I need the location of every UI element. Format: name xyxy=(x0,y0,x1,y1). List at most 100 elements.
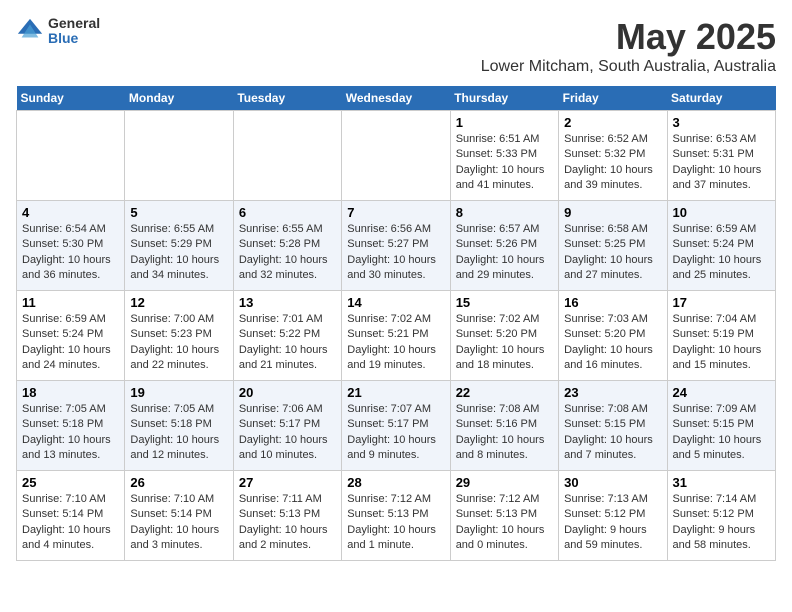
day-info: Sunrise: 6:57 AM Sunset: 5:26 PM Dayligh… xyxy=(456,222,553,284)
calendar-cell: 19 Sunrise: 7:05 AM Sunset: 5:18 PM Dayli… xyxy=(125,381,233,471)
day-number: 1 xyxy=(456,115,553,130)
day-info: Sunrise: 6:52 AM Sunset: 5:32 PM Dayligh… xyxy=(564,132,661,194)
day-info: Sunrise: 7:11 AM Sunset: 5:13 PM Dayligh… xyxy=(239,492,336,554)
day-header-saturday: Saturday xyxy=(667,86,775,111)
calendar-cell: 27 Sunrise: 7:11 AM Sunset: 5:13 PM Dayli… xyxy=(233,471,341,561)
day-info: Sunrise: 7:06 AM Sunset: 5:17 PM Dayligh… xyxy=(239,402,336,464)
calendar-cell xyxy=(125,111,233,201)
day-info: Sunrise: 6:51 AM Sunset: 5:33 PM Dayligh… xyxy=(456,132,553,194)
day-number: 30 xyxy=(564,475,661,490)
calendar-cell: 8 Sunrise: 6:57 AM Sunset: 5:26 PM Daylig… xyxy=(450,201,558,291)
day-info: Sunrise: 6:53 AM Sunset: 5:31 PM Dayligh… xyxy=(673,132,770,194)
calendar-cell: 24Sunrise: 7:09 AM Sunset: 5:15 PM Dayli… xyxy=(667,381,775,471)
calendar-cell xyxy=(233,111,341,201)
day-info: Sunrise: 7:10 AM Sunset: 5:14 PM Dayligh… xyxy=(22,492,119,554)
calendar-cell: 1 Sunrise: 6:51 AM Sunset: 5:33 PM Daylig… xyxy=(450,111,558,201)
calendar-cell: 7Sunrise: 6:56 AM Sunset: 5:27 PM Daylig… xyxy=(342,201,450,291)
day-number: 15 xyxy=(456,295,553,310)
day-number: 21 xyxy=(347,385,444,400)
day-info: Sunrise: 7:13 AM Sunset: 5:12 PM Dayligh… xyxy=(564,492,661,554)
logo: General Blue xyxy=(16,16,100,47)
calendar-cell: 20 Sunrise: 7:06 AM Sunset: 5:17 PM Dayli… xyxy=(233,381,341,471)
day-header-tuesday: Tuesday xyxy=(233,86,341,111)
calendar-cell: 13Sunrise: 7:01 AM Sunset: 5:22 PM Dayli… xyxy=(233,291,341,381)
day-number: 11 xyxy=(22,295,119,310)
day-number: 28 xyxy=(347,475,444,490)
calendar-table: SundayMondayTuesdayWednesdayThursdayFrid… xyxy=(16,86,776,561)
day-number: 22 xyxy=(456,385,553,400)
day-info: Sunrise: 7:08 AM Sunset: 5:15 PM Dayligh… xyxy=(564,402,661,464)
calendar-cell: 5 Sunrise: 6:55 AM Sunset: 5:29 PM Daylig… xyxy=(125,201,233,291)
main-title: May 2025 xyxy=(481,16,776,58)
day-header-friday: Friday xyxy=(559,86,667,111)
calendar-cell: 4 Sunrise: 6:54 AM Sunset: 5:30 PM Daylig… xyxy=(17,201,125,291)
calendar-cell: 23 Sunrise: 7:08 AM Sunset: 5:15 PM Dayli… xyxy=(559,381,667,471)
day-number: 18 xyxy=(22,385,119,400)
day-number: 14 xyxy=(347,295,444,310)
calendar-cell xyxy=(342,111,450,201)
day-info: Sunrise: 6:54 AM Sunset: 5:30 PM Dayligh… xyxy=(22,222,119,284)
calendar-cell: 26Sunrise: 7:10 AM Sunset: 5:14 PM Dayli… xyxy=(125,471,233,561)
day-header-monday: Monday xyxy=(125,86,233,111)
day-info: Sunrise: 7:07 AM Sunset: 5:17 PM Dayligh… xyxy=(347,402,444,464)
calendar-cell: 11Sunrise: 6:59 AM Sunset: 5:24 PM Dayli… xyxy=(17,291,125,381)
day-info: Sunrise: 7:09 AM Sunset: 5:15 PM Dayligh… xyxy=(673,402,770,464)
day-number: 26 xyxy=(130,475,227,490)
calendar-cell: 22 Sunrise: 7:08 AM Sunset: 5:16 PM Dayli… xyxy=(450,381,558,471)
logo-blue: Blue xyxy=(48,31,100,46)
calendar-cell: 29Sunrise: 7:12 AM Sunset: 5:13 PM Dayli… xyxy=(450,471,558,561)
day-info: Sunrise: 7:08 AM Sunset: 5:16 PM Dayligh… xyxy=(456,402,553,464)
day-number: 6 xyxy=(239,205,336,220)
subtitle: Lower Mitcham, South Australia, Australi… xyxy=(481,58,776,76)
day-header-thursday: Thursday xyxy=(450,86,558,111)
day-info: Sunrise: 7:05 AM Sunset: 5:18 PM Dayligh… xyxy=(130,402,227,464)
calendar-cell: 28 Sunrise: 7:12 AM Sunset: 5:13 PM Dayli… xyxy=(342,471,450,561)
week-row: 1 Sunrise: 6:51 AM Sunset: 5:33 PM Daylig… xyxy=(17,111,776,201)
week-row: 25 Sunrise: 7:10 AM Sunset: 5:14 PM Dayli… xyxy=(17,471,776,561)
header-row: SundayMondayTuesdayWednesdayThursdayFrid… xyxy=(17,86,776,111)
day-info: Sunrise: 7:04 AM Sunset: 5:19 PM Dayligh… xyxy=(673,312,770,374)
day-number: 27 xyxy=(239,475,336,490)
calendar-cell: 16Sunrise: 7:03 AM Sunset: 5:20 PM Dayli… xyxy=(559,291,667,381)
calendar-cell: 21 Sunrise: 7:07 AM Sunset: 5:17 PM Dayli… xyxy=(342,381,450,471)
day-info: Sunrise: 7:05 AM Sunset: 5:18 PM Dayligh… xyxy=(22,402,119,464)
week-row: 11Sunrise: 6:59 AM Sunset: 5:24 PM Dayli… xyxy=(17,291,776,381)
calendar-cell: 6 Sunrise: 6:55 AM Sunset: 5:28 PM Daylig… xyxy=(233,201,341,291)
day-header-wednesday: Wednesday xyxy=(342,86,450,111)
calendar-cell: 17 Sunrise: 7:04 AM Sunset: 5:19 PM Dayli… xyxy=(667,291,775,381)
day-info: Sunrise: 7:14 AM Sunset: 5:12 PM Dayligh… xyxy=(673,492,770,554)
day-number: 8 xyxy=(456,205,553,220)
calendar-cell: 18 Sunrise: 7:05 AM Sunset: 5:18 PM Dayli… xyxy=(17,381,125,471)
day-number: 4 xyxy=(22,205,119,220)
calendar-cell: 15 Sunrise: 7:02 AM Sunset: 5:20 PM Dayli… xyxy=(450,291,558,381)
calendar-cell: 25 Sunrise: 7:10 AM Sunset: 5:14 PM Dayli… xyxy=(17,471,125,561)
calendar-cell: 10Sunrise: 6:59 AM Sunset: 5:24 PM Dayli… xyxy=(667,201,775,291)
day-number: 12 xyxy=(130,295,227,310)
calendar-cell: 12 Sunrise: 7:00 AM Sunset: 5:23 PM Dayli… xyxy=(125,291,233,381)
day-number: 25 xyxy=(22,475,119,490)
day-number: 9 xyxy=(564,205,661,220)
calendar-cell: 31Sunrise: 7:14 AM Sunset: 5:12 PM Dayli… xyxy=(667,471,775,561)
day-number: 19 xyxy=(130,385,227,400)
day-info: Sunrise: 7:00 AM Sunset: 5:23 PM Dayligh… xyxy=(130,312,227,374)
day-number: 23 xyxy=(564,385,661,400)
day-info: Sunrise: 6:58 AM Sunset: 5:25 PM Dayligh… xyxy=(564,222,661,284)
day-number: 5 xyxy=(130,205,227,220)
day-info: Sunrise: 7:12 AM Sunset: 5:13 PM Dayligh… xyxy=(347,492,444,554)
day-info: Sunrise: 6:55 AM Sunset: 5:28 PM Dayligh… xyxy=(239,222,336,284)
day-info: Sunrise: 7:02 AM Sunset: 5:20 PM Dayligh… xyxy=(456,312,553,374)
day-number: 20 xyxy=(239,385,336,400)
day-info: Sunrise: 6:55 AM Sunset: 5:29 PM Dayligh… xyxy=(130,222,227,284)
logo-text: General Blue xyxy=(48,16,100,47)
day-info: Sunrise: 7:03 AM Sunset: 5:20 PM Dayligh… xyxy=(564,312,661,374)
day-info: Sunrise: 7:12 AM Sunset: 5:13 PM Dayligh… xyxy=(456,492,553,554)
day-number: 3 xyxy=(673,115,770,130)
day-header-sunday: Sunday xyxy=(17,86,125,111)
day-number: 17 xyxy=(673,295,770,310)
day-number: 13 xyxy=(239,295,336,310)
day-info: Sunrise: 6:59 AM Sunset: 5:24 PM Dayligh… xyxy=(673,222,770,284)
calendar-cell xyxy=(17,111,125,201)
calendar-cell: 2 Sunrise: 6:52 AM Sunset: 5:32 PM Daylig… xyxy=(559,111,667,201)
day-number: 2 xyxy=(564,115,661,130)
day-number: 7 xyxy=(347,205,444,220)
